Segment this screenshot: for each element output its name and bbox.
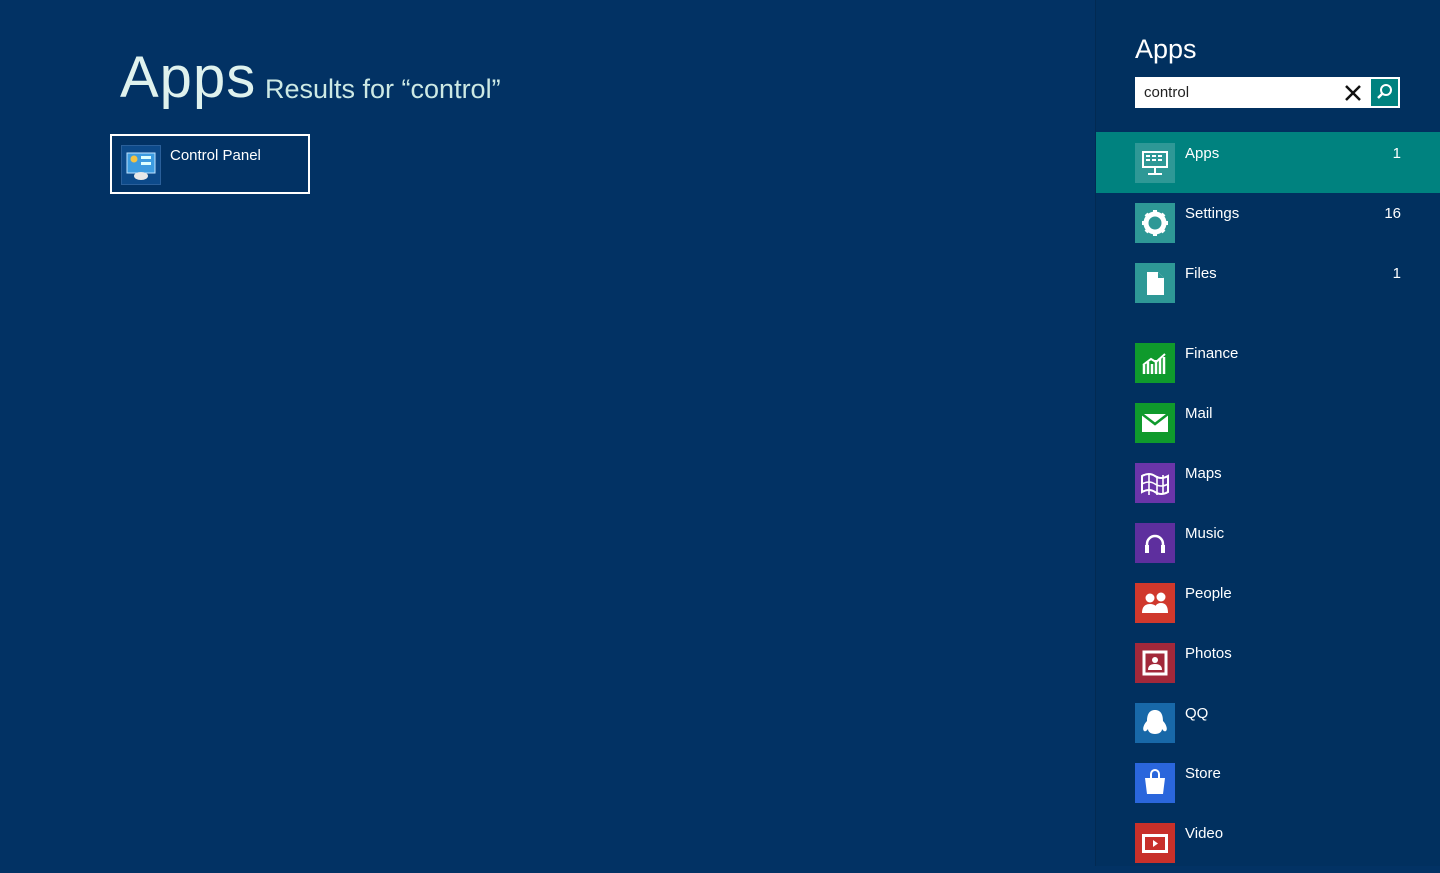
control-panel-icon xyxy=(121,145,161,185)
maps-icon xyxy=(1135,463,1175,503)
search-pane-title: Apps xyxy=(1135,34,1197,64)
row-label: Store xyxy=(1185,765,1221,782)
page-title: Apps xyxy=(120,45,257,110)
scope-files[interactable]: Files 1 xyxy=(1096,252,1440,313)
app-qq[interactable]: QQ xyxy=(1096,692,1440,753)
close-icon[interactable] xyxy=(1341,81,1365,105)
row-label: Mail xyxy=(1185,405,1213,422)
results-subtitle: Results for “control” xyxy=(265,74,501,104)
file-icon xyxy=(1135,263,1175,303)
row-label: Finance xyxy=(1185,345,1239,362)
app-photos[interactable]: Photos xyxy=(1096,632,1440,693)
app-maps[interactable]: Maps xyxy=(1096,452,1440,513)
apps-icon xyxy=(1135,143,1175,183)
gear-icon xyxy=(1135,203,1175,243)
result-control-panel[interactable]: Control Panel xyxy=(110,134,310,194)
search-box xyxy=(1135,77,1400,108)
app-mail[interactable]: Mail xyxy=(1096,392,1440,453)
row-label: QQ xyxy=(1185,705,1209,722)
app-music[interactable]: Music xyxy=(1096,512,1440,573)
row-label: Video xyxy=(1185,825,1224,842)
app-video[interactable]: Video xyxy=(1096,812,1440,873)
row-label: Photos xyxy=(1185,645,1232,662)
app-store[interactable]: Store xyxy=(1096,752,1440,813)
row-label: Maps xyxy=(1185,465,1222,482)
scope-apps[interactable]: Apps 1 xyxy=(1096,132,1440,193)
app-finance[interactable]: Finance xyxy=(1096,332,1440,393)
row-label: People xyxy=(1185,585,1232,602)
search-input[interactable] xyxy=(1135,77,1353,108)
result-count: 1 xyxy=(1392,265,1401,282)
search-pane: Apps Apps 1 Settings 16 Files 1 Finance Mail Map… xyxy=(1095,0,1440,866)
row-label: Settings xyxy=(1185,205,1240,222)
people-icon xyxy=(1135,583,1175,623)
scope-settings[interactable]: Settings 16 xyxy=(1096,192,1440,253)
qq-penguin-icon xyxy=(1135,703,1175,743)
finance-icon xyxy=(1135,343,1175,383)
row-label: Music xyxy=(1185,525,1225,542)
store-bag-icon xyxy=(1135,763,1175,803)
video-play-icon xyxy=(1135,823,1175,863)
row-label: Files xyxy=(1185,265,1217,282)
mail-icon xyxy=(1135,403,1175,443)
search-icon[interactable] xyxy=(1371,79,1398,106)
result-count: 1 xyxy=(1392,145,1401,162)
row-label: Apps xyxy=(1185,145,1220,162)
headphones-icon xyxy=(1135,523,1175,563)
result-label: Control Panel xyxy=(170,147,261,164)
app-people[interactable]: People xyxy=(1096,572,1440,633)
result-count: 16 xyxy=(1384,205,1401,222)
photo-icon xyxy=(1135,643,1175,683)
